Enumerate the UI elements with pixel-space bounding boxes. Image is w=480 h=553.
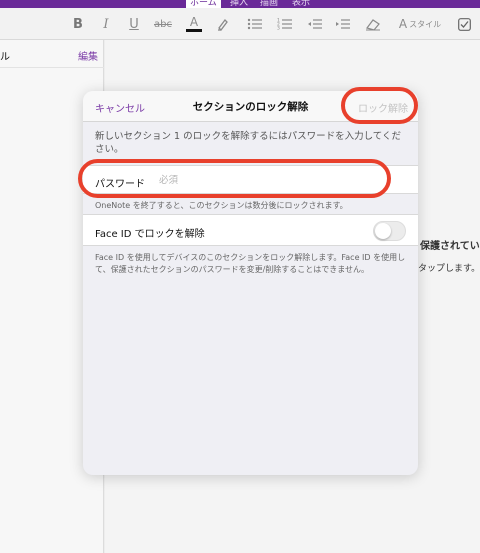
ribbon-toolbar: B I U abc A 123 A スタイル — [0, 8, 480, 40]
sidebar-title: ル — [0, 52, 10, 63]
underline-icon[interactable]: U — [126, 15, 142, 33]
faceid-note: Face ID を使用してデバイスのこのセクションをロック解除します。Face … — [95, 253, 406, 274]
bold-icon[interactable]: B — [70, 15, 86, 33]
italic-icon[interactable]: I — [98, 15, 114, 33]
sidebar-header: ル 編集 — [0, 40, 104, 68]
faceid-toggle[interactable] — [373, 221, 406, 241]
tab-draw[interactable]: 描画 — [260, 0, 278, 8]
faceid-label: Face ID でロックを解除 — [95, 229, 205, 240]
strikethrough-icon[interactable]: abc — [153, 15, 173, 33]
autolock-note: OneNote を終了すると、このセクションは数分後にロックされます。 — [95, 201, 348, 210]
indent-icon[interactable] — [334, 15, 352, 33]
tab-view[interactable]: 表示 — [292, 0, 310, 8]
checkbox-tag-icon[interactable] — [456, 15, 472, 33]
bullet-list-icon[interactable] — [246, 15, 264, 33]
tab-insert[interactable]: 挿入 — [230, 0, 248, 8]
svg-text:3: 3 — [277, 26, 280, 32]
locked-section-hint: タップします。 — [418, 264, 480, 274]
font-color-icon[interactable]: A — [185, 15, 203, 33]
highlighter-icon[interactable] — [214, 15, 232, 33]
unlock-description: 新しいセクション 1 のロックを解除するにはパスワードを入力してください。 — [95, 131, 402, 155]
annotation-oval-password — [78, 159, 391, 198]
edit-button[interactable]: 編集 — [78, 48, 98, 63]
tab-home[interactable]: ホーム — [186, 0, 221, 8]
outdent-icon[interactable] — [306, 15, 324, 33]
title-bar: ホーム 挿入 描画 表示 — [0, 0, 480, 8]
toggle-knob — [375, 223, 391, 239]
faceid-row: Face ID でロックを解除 — [83, 214, 418, 246]
eraser-icon[interactable] — [364, 15, 382, 33]
locked-section-message: 保護されていま — [420, 241, 480, 252]
unlock-section-dialog: キャンセル セクションのロック解除 ロック解除 新しいセクション 1 のロックを… — [83, 91, 418, 475]
numbered-list-icon[interactable]: 123 — [276, 15, 294, 33]
styles-icon: A — [398, 17, 408, 31]
styles-button[interactable]: A スタイル — [392, 15, 448, 33]
annotation-oval-unlock — [341, 87, 418, 124]
